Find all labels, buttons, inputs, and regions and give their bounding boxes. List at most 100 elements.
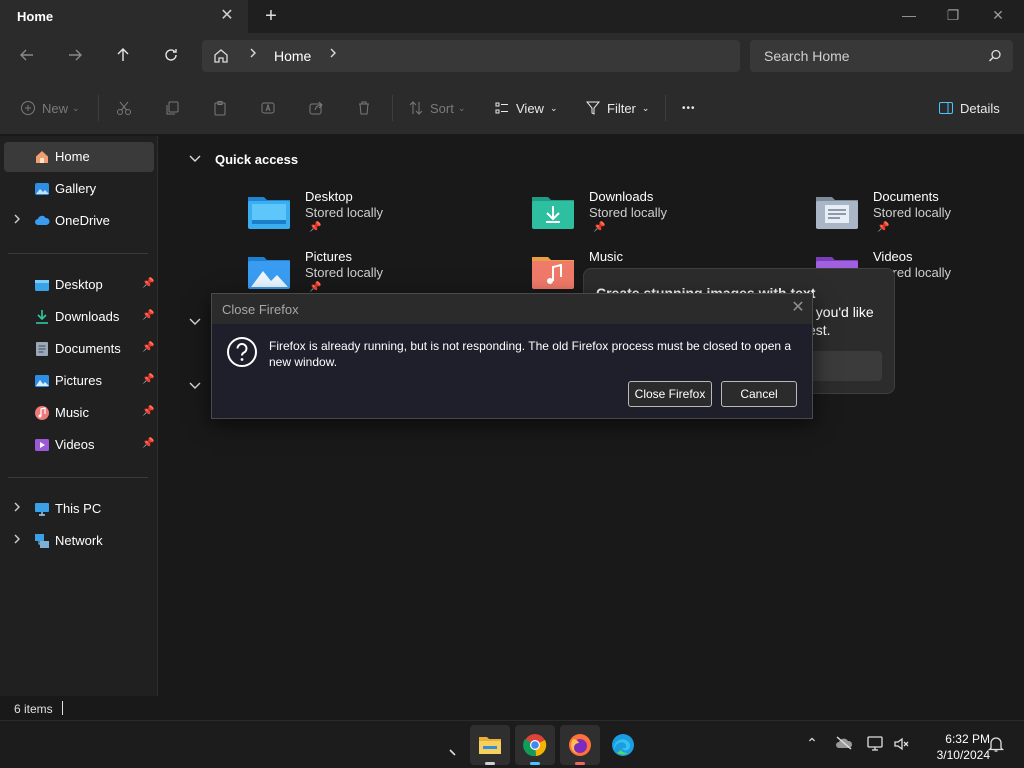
search-icon[interactable] [987, 48, 1003, 64]
cut-icon[interactable] [116, 96, 138, 120]
downloads-folder-icon [531, 191, 575, 231]
address-bar[interactable]: Home [202, 40, 740, 72]
sidebar-item-label: OneDrive [55, 213, 110, 228]
pin-icon: 📌 [593, 222, 606, 233]
quick-access-header[interactable]: Quick access [189, 152, 298, 167]
minimize-icon[interactable]: — [896, 4, 922, 26]
search-taskbar-icon[interactable] [449, 745, 457, 756]
cancel-button[interactable]: Cancel [721, 381, 797, 407]
pin-icon[interactable]: 📌 [142, 278, 154, 290]
sort-button[interactable]: Sort ⌄ [408, 96, 465, 120]
chevron-down-icon: ⌄ [641, 102, 650, 113]
popup-button[interactable] [808, 351, 882, 381]
pin-icon[interactable]: 📌 [142, 342, 154, 354]
close-firefox-button[interactable]: Close Firefox [628, 381, 712, 407]
pin-icon: 📌 [309, 222, 322, 233]
plus-circle-icon [21, 101, 35, 115]
refresh-icon[interactable] [158, 44, 184, 70]
breadcrumb-home[interactable]: Home [274, 48, 311, 64]
pin-icon: 📌 [877, 222, 890, 233]
quick-access-item-downloads[interactable]: Downloads Stored locally 📌 [531, 189, 791, 241]
breadcrumb-chevron-icon[interactable] [248, 47, 258, 62]
sidebar-item-network[interactable]: Network [4, 526, 154, 556]
expand-chevron-icon[interactable] [12, 501, 22, 516]
quick-access-item-desktop[interactable]: Desktop Stored locally 📌 [247, 189, 507, 241]
quick-access-item-documents[interactable]: Documents Stored locally 📌 [815, 189, 1024, 241]
item-name: Desktop [305, 189, 353, 204]
new-tab-icon[interactable]: + [261, 6, 281, 26]
paste-icon[interactable] [212, 96, 234, 120]
back-arrow-icon[interactable] [14, 44, 40, 70]
sidebar-item-pictures[interactable]: Pictures 📌 [4, 366, 154, 396]
videos-folder-icon [34, 437, 50, 453]
sort-icon [409, 101, 423, 115]
taskbar-edge[interactable] [603, 725, 643, 765]
home-icon[interactable] [212, 47, 230, 65]
taskbar-chrome[interactable] [515, 725, 555, 765]
sidebar-item-home[interactable]: Home [4, 142, 154, 172]
pin-icon[interactable]: 📌 [142, 310, 154, 322]
sidebar-item-desktop[interactable]: Desktop 📌 [4, 270, 154, 300]
notification-bell-icon[interactable] [986, 735, 1006, 755]
new-label: New [42, 100, 69, 116]
item-count: 6 items [14, 702, 53, 716]
pin-icon[interactable]: 📌 [142, 438, 154, 450]
navigation-bar: Home Search Home [0, 33, 1024, 81]
sidebar-item-this-pc[interactable]: This PC [4, 494, 154, 524]
tab-home[interactable]: Home ✕ [0, 0, 248, 33]
sidebar-item-music[interactable]: Music 📌 [4, 398, 154, 428]
dialog-title: Close Firefox [222, 302, 299, 317]
sidebar-item-label: This PC [55, 501, 102, 516]
navigation-pane: Home Gallery OneDrive Desktop 📌 Download… [0, 136, 158, 696]
sidebar-item-downloads[interactable]: Downloads 📌 [4, 302, 154, 332]
documents-folder-icon [815, 191, 859, 231]
up-arrow-icon[interactable] [110, 44, 136, 70]
file-explorer-icon [479, 737, 501, 754]
expand-chevron-icon[interactable] [189, 380, 201, 394]
taskbar-firefox[interactable] [560, 725, 600, 765]
search-box[interactable]: Search Home [750, 40, 1013, 72]
expand-chevron-icon[interactable] [189, 316, 201, 330]
sidebar-item-label: Music [55, 405, 89, 420]
view-label: View [516, 100, 544, 116]
details-button[interactable]: Details [938, 96, 1000, 120]
sidebar-item-gallery[interactable]: Gallery [4, 174, 154, 204]
tab-close-icon[interactable]: ✕ [218, 7, 236, 25]
rename-icon[interactable] [260, 96, 282, 120]
home-icon [34, 149, 50, 165]
maximize-icon[interactable]: ❐ [940, 4, 966, 26]
clock-time: 6:32 PM [945, 732, 990, 746]
running-indicator [485, 762, 495, 765]
system-clock[interactable]: 6:32 PM 3/10/2024 [920, 731, 990, 763]
sidebar-divider [8, 253, 148, 254]
sidebar-item-onedrive[interactable]: OneDrive [4, 206, 154, 236]
onedrive-offline-icon[interactable] [834, 735, 854, 755]
more-options-icon[interactable]: ••• [682, 96, 696, 120]
forward-arrow-icon[interactable] [62, 44, 88, 70]
filter-button[interactable]: Filter ⌄ [585, 96, 649, 120]
pin-icon[interactable]: 📌 [142, 406, 154, 418]
view-icon [495, 102, 508, 114]
view-button[interactable]: View ⌄ [494, 96, 558, 120]
network-status-icon[interactable] [866, 735, 886, 755]
dialog-close-icon[interactable]: ✕ [789, 299, 807, 317]
breadcrumb-chevron-icon[interactable] [328, 47, 338, 62]
expand-chevron-icon[interactable] [12, 533, 22, 548]
pin-icon[interactable]: 📌 [142, 374, 154, 386]
new-button[interactable]: New ⌄ [20, 96, 80, 120]
volume-muted-icon[interactable] [892, 735, 912, 755]
delete-icon[interactable] [356, 96, 378, 120]
copy-icon[interactable] [164, 96, 186, 120]
taskbar-file-explorer[interactable] [470, 725, 510, 765]
desktop-folder-icon [34, 277, 50, 293]
window-close-icon[interactable]: ✕ [985, 4, 1011, 26]
search-input[interactable]: Search Home [764, 48, 850, 64]
sidebar-item-videos[interactable]: Videos 📌 [4, 430, 154, 460]
expand-chevron-icon[interactable] [12, 213, 22, 228]
share-icon[interactable] [308, 96, 330, 120]
sidebar-item-documents[interactable]: Documents 📌 [4, 334, 154, 364]
filter-icon [585, 101, 601, 115]
collapse-chevron-icon[interactable] [189, 153, 201, 167]
tray-chevron-icon[interactable]: ⌃ [802, 735, 822, 755]
tab-title: Home [17, 9, 54, 24]
